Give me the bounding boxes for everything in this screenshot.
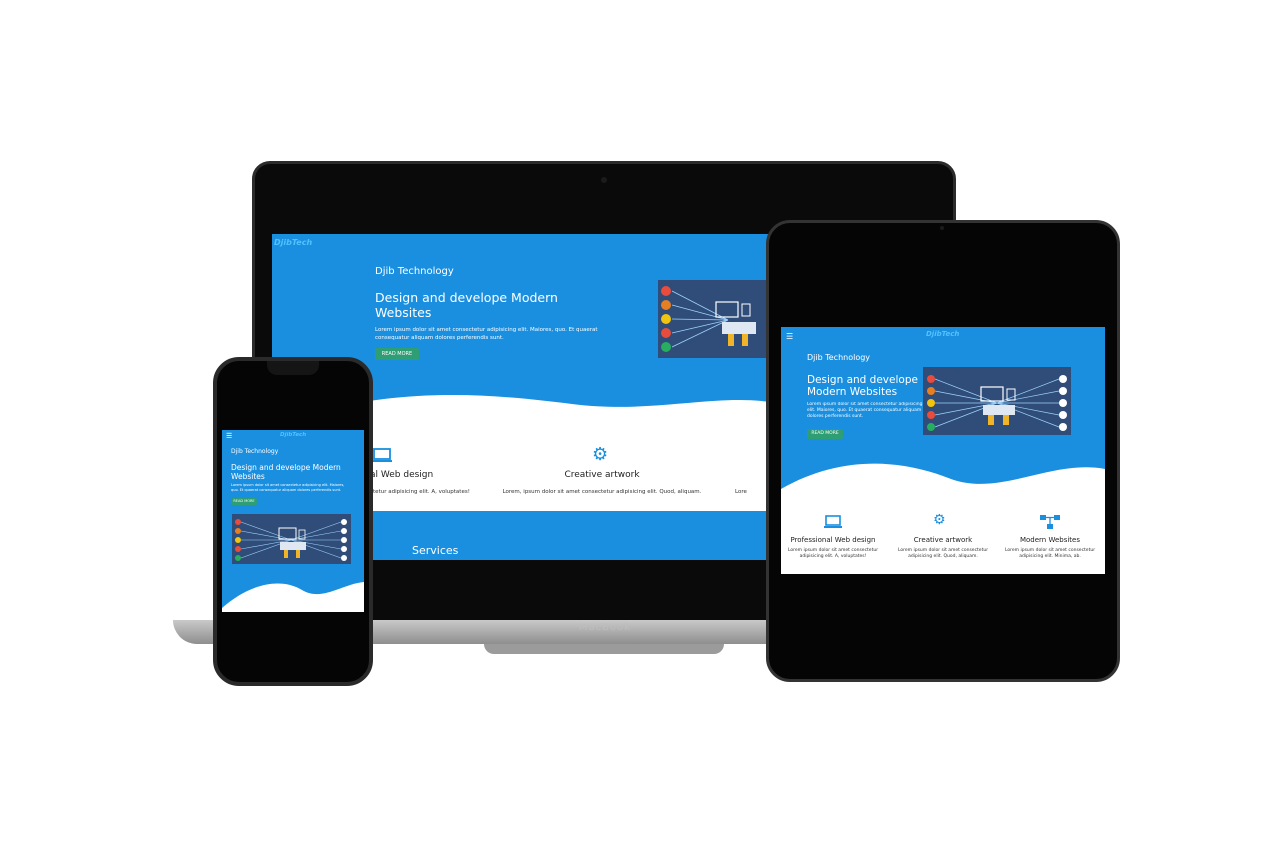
hero-title: Design and develope Modern Websites: [231, 463, 341, 481]
hero-kicker: Djib Technology: [807, 353, 871, 362]
phone-screen: ☰ DjibTech Djib Technology Design and de…: [222, 430, 364, 612]
developer-illustration: [235, 519, 347, 561]
sitemap-icon: [1040, 515, 1060, 529]
hero-wave: [222, 582, 364, 612]
developer-illustration: [927, 375, 1067, 431]
developer-illustration: [661, 286, 756, 352]
feature-title-modern: Modern Websites: [1019, 536, 1081, 544]
hero-title: Design and develope Modern Websites: [807, 374, 918, 398]
gear-icon: ⚙: [933, 512, 946, 528]
device-label: MacBook: [578, 622, 632, 633]
menu-icon[interactable]: ☰: [786, 332, 793, 341]
read-more-button[interactable]: READ MORE: [375, 348, 419, 360]
hero-illustration: [658, 280, 770, 358]
hero-kicker: Djib Technology: [375, 266, 454, 277]
phone-notch: [267, 361, 319, 375]
feature-title-artwork: Creative artwork: [913, 536, 973, 544]
laptop-camera: [601, 177, 607, 183]
feature-text-web: ctetur adipisicing elit. A, voluptates!: [370, 489, 470, 495]
monitor-code-icon: [372, 448, 392, 462]
brand-logo[interactable]: DjibTech: [274, 238, 312, 247]
hero-text: Lorem ipsum dolor sit amet consectetur a…: [231, 483, 345, 492]
feature-text-artwork: Lorem, ipsum dolor sit amet consectetur …: [502, 489, 702, 495]
brand-logo[interactable]: DjibTech: [280, 432, 306, 438]
hero-kicker: Djib Technology: [231, 448, 279, 455]
hero-title: Design and develope Modern Websites: [375, 290, 558, 320]
hero-illustration: [923, 367, 1071, 435]
read-more-button[interactable]: READ MORE: [231, 498, 257, 505]
hero-text: Lorem ipsum dolor sit amet consectetur a…: [807, 402, 923, 419]
feature-text-web: Lorem ipsum dolor sit amet consectetur a…: [787, 548, 879, 559]
tablet-screen: ☰ DjibTech Djib Technology Design and de…: [781, 327, 1105, 574]
feature-title-web: al Web design: [370, 470, 434, 480]
monitor-code-icon: [824, 515, 842, 528]
gear-icon: ⚙: [592, 444, 609, 465]
hero-wave: [781, 463, 1105, 500]
feature-title-artwork: Creative artwork: [564, 470, 640, 480]
brand-logo[interactable]: DjibTech: [926, 330, 959, 338]
laptop-hinge: [484, 644, 724, 654]
feature-text-modern: Lorem ipsum dolor sit amet consectetur a…: [1004, 548, 1096, 559]
services-title: Services: [412, 544, 459, 557]
hero-text: Lorem ipsum dolor sit amet consectetur a…: [375, 327, 598, 341]
hero-illustration: [232, 514, 351, 564]
feature-text-artwork: Lorem ipsum dolor sit amet consectetur a…: [897, 548, 989, 559]
tablet-camera: [940, 226, 944, 230]
read-more-button[interactable]: READ MORE: [807, 429, 843, 439]
menu-icon[interactable]: ☰: [226, 432, 232, 440]
feature-text-modern: Lore: [735, 489, 747, 495]
feature-title-web: Professional Web design: [790, 536, 876, 544]
